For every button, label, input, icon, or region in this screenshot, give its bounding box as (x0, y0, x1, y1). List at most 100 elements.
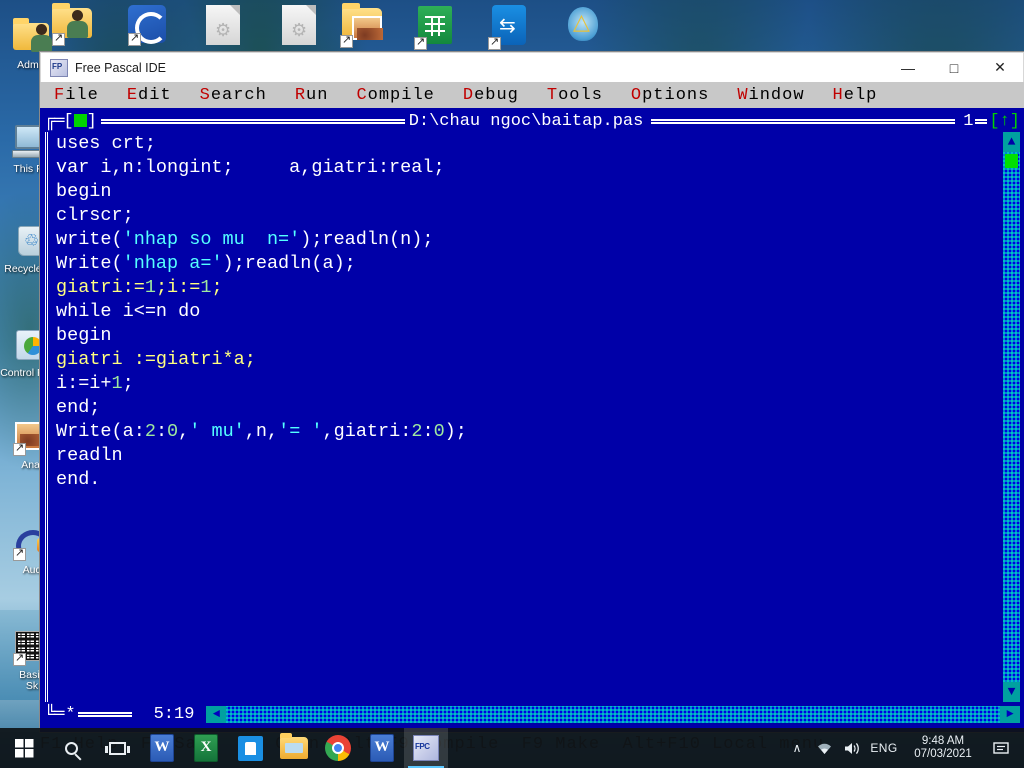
photo-icon (352, 16, 383, 40)
taskbar-app-chrome[interactable] (316, 728, 360, 768)
code-text-area[interactable]: uses crt; var i,n:longint; a,giatri:real;… (56, 132, 998, 702)
language-indicator[interactable]: ENG (866, 728, 902, 768)
menu-hotkey: F (54, 85, 66, 105)
code-token: begin (56, 325, 112, 346)
menu-item-run[interactable]: Run (295, 86, 329, 105)
editor-window-number: 1 (963, 111, 974, 131)
notifications-button[interactable] (984, 728, 1018, 768)
wifi-icon[interactable] (810, 728, 838, 768)
menu-item-options[interactable]: Options (631, 86, 709, 105)
menu-label: ile (65, 85, 99, 105)
editor-modified-mark[interactable]: * (63, 705, 77, 724)
task-view-button[interactable] (94, 728, 140, 768)
editor-horizontal-scrollbar[interactable]: ◄ ► (206, 705, 1020, 723)
vertical-scrollbar-thumb[interactable] (1005, 154, 1018, 168)
code-line: begin (56, 324, 998, 348)
desktop-shortcut-compass[interactable] (558, 2, 612, 52)
show-hidden-icons-button[interactable]: ∧ (784, 728, 810, 768)
close-button[interactable]: ✕ (977, 53, 1023, 82)
bottom-rule (77, 711, 132, 717)
code-token: end. (56, 469, 101, 490)
editor-window-frame: ╔═ [] D:\chau ngoc\baitap.pas 1 [↑] uses… (45, 110, 1020, 726)
menu-label: ools (558, 85, 603, 105)
menu-label: dit (138, 85, 172, 105)
code-token: 'nhap a=' (122, 253, 223, 274)
editor-titlebar[interactable]: ╔═ [] D:\chau ngoc\baitap.pas 1 [↑] (45, 110, 1020, 132)
menu-label: earch (210, 85, 267, 105)
code-line: clrscr; (56, 204, 998, 228)
code-token: 'nhap so mu n=' (122, 229, 301, 250)
editor-zoom-indicator[interactable]: [↑] (989, 112, 1020, 131)
taskbar-app-store[interactable] (228, 728, 272, 768)
menu-label: ompile (367, 85, 435, 105)
minimize-button[interactable]: — (885, 53, 931, 82)
taskbar-app-excel[interactable] (184, 728, 228, 768)
code-token: 0 (433, 421, 445, 442)
system-tray: ∧ ENG 9:48 AM 07/03/2021 (784, 728, 1024, 768)
menu-item-help[interactable]: Help (833, 86, 878, 105)
title-rule-left (100, 118, 405, 124)
code-line: uses crt; (56, 132, 998, 156)
menu-hotkey: W (737, 85, 749, 105)
desktop-shortcut-teamviewer[interactable] (484, 2, 538, 52)
menu-hotkey: D (462, 85, 475, 105)
code-line: var i,n:longint; a,giatri:real; (56, 156, 998, 180)
taskbar-app-file-explorer[interactable] (272, 728, 316, 768)
clock[interactable]: 9:48 AM 07/03/2021 (902, 728, 984, 768)
code-token: : (422, 421, 434, 442)
excel-icon (194, 734, 218, 762)
code-token: var i,n:longint; a,giatri:real; (56, 157, 445, 178)
taskbar-app-word-2[interactable] (360, 728, 404, 768)
desktop-shortcut-blue-app[interactable] (122, 2, 176, 52)
editor-vertical-scrollbar[interactable]: ▲ ▼ (1003, 132, 1020, 702)
code-token: );readln(a); (222, 253, 356, 274)
menu-item-search[interactable]: Search (200, 86, 267, 105)
menu-item-edit[interactable]: Edit (127, 86, 172, 105)
desktop-shortcut-doc-2[interactable] (274, 2, 328, 52)
taskbar-app-word-1[interactable] (140, 728, 184, 768)
menu-label: ptions (642, 85, 710, 105)
shortcut-arrow-icon (340, 33, 353, 48)
word-icon (370, 734, 394, 762)
scroll-right-arrow-icon[interactable]: ► (1000, 705, 1020, 723)
taskbar-app-free-pascal[interactable] (404, 728, 448, 768)
editor-close-box[interactable]: [] (63, 112, 96, 131)
search-icon (64, 741, 78, 755)
code-token: Write( (56, 253, 123, 274)
code-line: write('nhap so mu n=');readln(n); (56, 228, 998, 252)
start-button[interactable] (0, 728, 48, 768)
maximize-button[interactable]: □ (931, 53, 977, 82)
wifi-glyph (817, 743, 831, 754)
frame-corner-bottom-left: ╚═ (45, 704, 64, 724)
close-box-icon (73, 113, 87, 127)
clock-date: 07/03/2021 (914, 748, 972, 760)
window-titlebar[interactable]: Free Pascal IDE — □ ✕ (40, 52, 1024, 82)
code-line: giatri :=giatri*a; (56, 348, 998, 372)
code-token: , (178, 421, 190, 442)
window-controls: — □ ✕ (885, 53, 1023, 82)
code-token: giatri:= (56, 277, 145, 298)
menu-item-window[interactable]: Window (737, 86, 804, 105)
volume-icon[interactable] (838, 728, 866, 768)
shortcut-arrow-icon (13, 546, 26, 561)
code-line: begin (56, 180, 998, 204)
code-line: end; (56, 396, 998, 420)
compass-icon (564, 5, 602, 45)
scroll-left-arrow-icon[interactable]: ◄ (206, 705, 227, 723)
menu-item-file[interactable]: File (54, 86, 99, 105)
scroll-up-arrow-icon[interactable]: ▲ (1003, 132, 1020, 152)
menu-item-debug[interactable]: Debug (463, 86, 519, 105)
desktop-shortcut-sheets[interactable] (410, 2, 464, 52)
desktop-shortcut-pictures[interactable] (336, 2, 390, 52)
title-rule-right (651, 118, 956, 124)
desktop-shortcut-doc-1[interactable] (198, 2, 252, 52)
code-line: Write(a:2:0,' mu',n,'= ',giatri:2:0); (56, 420, 998, 444)
search-button[interactable] (48, 728, 94, 768)
menu-item-tools[interactable]: Tools (547, 86, 603, 105)
scroll-down-arrow-icon[interactable]: ▼ (1003, 682, 1020, 702)
code-token: 1 (111, 373, 123, 394)
menu-item-compile[interactable]: Compile (356, 86, 434, 105)
speaker-glyph (844, 742, 859, 754)
code-line: Write('nhap a=');readln(a); (56, 252, 998, 276)
code-token: '= ' (278, 421, 323, 442)
